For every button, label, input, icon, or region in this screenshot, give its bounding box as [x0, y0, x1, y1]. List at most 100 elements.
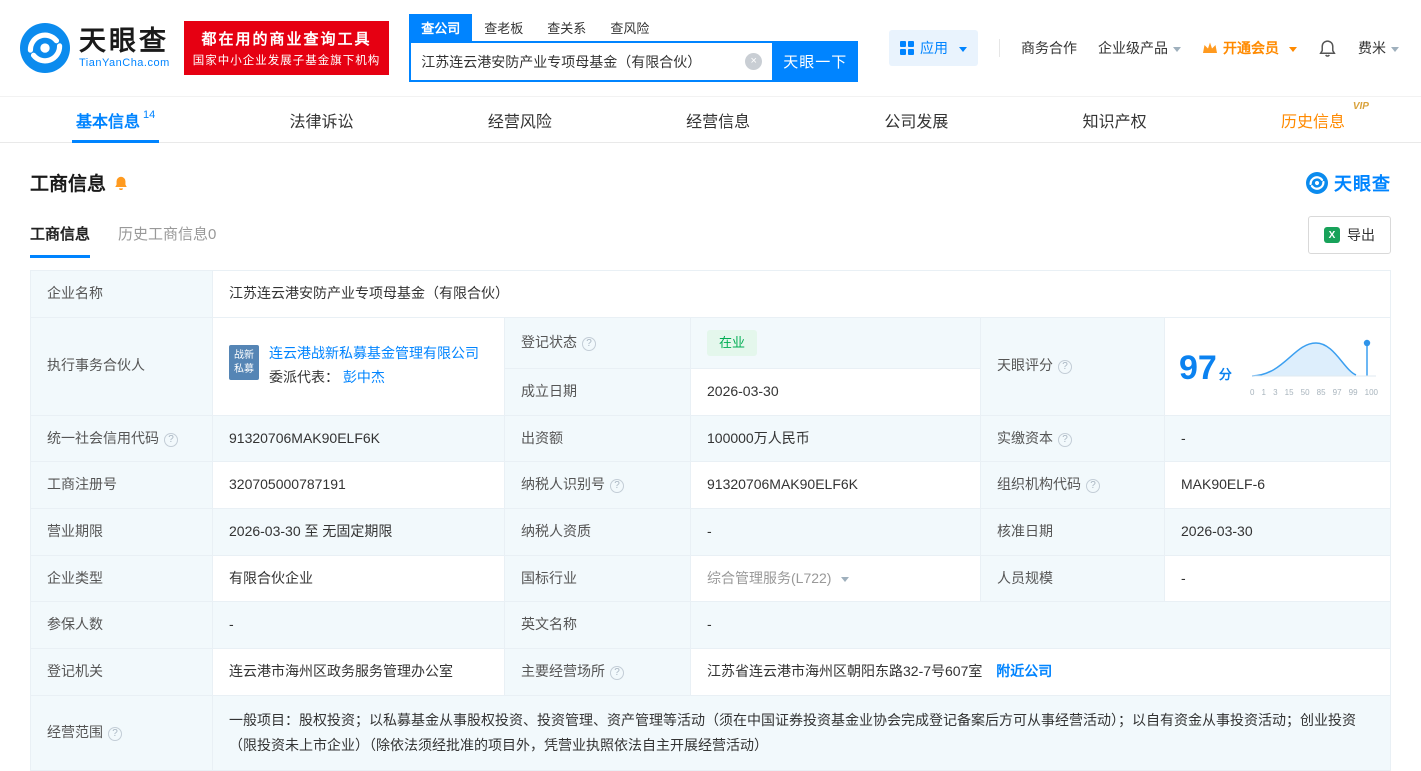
promo-line2: 国家中小企业发展子基金旗下机构	[192, 55, 381, 67]
help-icon[interactable]: ?	[582, 336, 596, 351]
subtab-business-info[interactable]: 工商信息	[30, 223, 91, 258]
business-scope-label: 经营范围?	[30, 694, 213, 771]
section-header: 工商信息 天眼查	[0, 143, 1421, 196]
score-curve-chart: 01 3 15 50 85 97 99 100	[1250, 337, 1378, 399]
tab-intellectual-property[interactable]: 知识产权	[1071, 97, 1159, 142]
english-name-value: -	[690, 601, 1391, 649]
industry-value[interactable]: 综合管理服务(L722)	[690, 554, 981, 603]
approval-date-label: 核准日期	[980, 507, 1165, 556]
org-code-label: 组织机构代码?	[980, 461, 1165, 509]
industry-label: 国标行业	[504, 554, 691, 603]
capital-label: 出资额	[504, 414, 691, 463]
table-row: 参保人数 - 英文名称 -	[30, 601, 1391, 649]
partner-company-link[interactable]: 连云港战新私募基金管理有限公司	[269, 345, 479, 361]
staff-size-value: -	[1164, 554, 1391, 603]
subtabs: 工商信息 历史工商信息0	[30, 223, 216, 258]
status-badge: 在业	[707, 329, 758, 356]
registration-number-value: 320705000787191	[212, 461, 505, 509]
registration-number-label: 工商注册号	[30, 461, 213, 509]
taxpayer-id-label: 纳税人识别号?	[504, 461, 691, 509]
tab-operation-info[interactable]: 经营信息	[674, 97, 762, 142]
export-button[interactable]: X 导出	[1308, 216, 1391, 254]
search-tabs: 查公司 查老板 查关系 查风险	[409, 14, 858, 41]
apps-label: 应用	[920, 40, 948, 56]
chevron-down-icon	[841, 576, 850, 586]
brand-domain: TianYanCha.com	[79, 56, 170, 69]
help-icon[interactable]: ?	[1058, 360, 1072, 375]
open-vip-button[interactable]: 开通会员	[1202, 38, 1297, 58]
subscribe-bell-icon[interactable]	[113, 175, 129, 191]
tab-operation-risk[interactable]: 经营风险	[476, 97, 564, 142]
search-box: × 天眼一下	[409, 41, 859, 82]
insured-count-label: 参保人数	[30, 601, 213, 649]
registration-status-label: 登记状态?	[504, 316, 691, 369]
notification-bell-icon[interactable]	[1318, 39, 1337, 58]
subtabs-row: 工商信息 历史工商信息0 X 导出	[0, 196, 1421, 258]
company-type-label: 企业类型	[30, 554, 213, 603]
nearby-companies-link[interactable]: 附近公司	[996, 663, 1052, 679]
tab-legal-litigation[interactable]: 法律诉讼	[278, 97, 366, 142]
staff-size-label: 人员规模	[980, 554, 1165, 603]
help-icon[interactable]: ?	[610, 479, 624, 494]
search-tab-relation[interactable]: 查关系	[535, 14, 598, 41]
table-row: 营业期限 2026-03-30 至 无固定期限 纳税人资质 - 核准日期 202…	[30, 507, 1391, 556]
search-tab-company[interactable]: 查公司	[409, 14, 473, 41]
tab-company-development[interactable]: 公司发展	[872, 97, 960, 142]
help-icon[interactable]: ?	[1058, 432, 1072, 447]
tianyancha-logo[interactable]: 天眼查 TianYanCha.com	[20, 23, 170, 73]
tianyan-score-value: 97 分 01 3 15 50 85 97 99 100	[1164, 316, 1391, 416]
company-name-label: 企业名称	[30, 270, 213, 318]
help-icon[interactable]: ?	[1086, 479, 1100, 494]
registry-authority-label: 登记机关	[30, 647, 213, 696]
company-type-value: 有限合伙企业	[212, 554, 505, 603]
crown-icon	[1203, 42, 1217, 53]
business-cooperation-link[interactable]: 商务合作	[1021, 38, 1077, 58]
chevron-down-icon	[1289, 46, 1297, 56]
promo-banner: 都在用的商业查询工具 国家中小企业发展子基金旗下机构	[183, 21, 390, 75]
tab-count-badge: 14	[143, 108, 156, 121]
help-icon[interactable]: ?	[108, 726, 122, 741]
excel-icon: X	[1324, 227, 1340, 243]
tab-basic-info[interactable]: 基本信息 14	[64, 97, 167, 143]
executive-partner-value: 战新 私募 连云港战新私募基金管理有限公司 委派代表： 彭中杰	[212, 316, 505, 416]
promo-line1: 都在用的商业查询工具	[201, 31, 372, 48]
search-tab-boss[interactable]: 查老板	[472, 14, 535, 41]
insured-count-value: -	[212, 601, 505, 649]
taxpayer-quality-label: 纳税人资质	[504, 507, 691, 556]
tianyancha-logo-icon	[1306, 171, 1328, 194]
partner-type-badge: 战新 私募	[229, 345, 259, 381]
help-icon[interactable]: ?	[164, 432, 178, 447]
credit-code-label: 统一社会信用代码?	[30, 414, 213, 463]
org-code-value: MAK90ELF-6	[1164, 461, 1391, 509]
delegate-person-link[interactable]: 彭中杰	[343, 369, 385, 385]
help-icon[interactable]: ?	[610, 665, 624, 680]
table-row: 统一社会信用代码? 91320706MAK90ELF6K 出资额 100000万…	[30, 414, 1391, 463]
established-date-value: 2026-03-30	[690, 367, 981, 416]
search-input[interactable]	[409, 41, 773, 82]
tab-history-info[interactable]: 历史信息 VIP	[1269, 97, 1369, 142]
grid-icon	[900, 41, 914, 55]
business-term-value: 2026-03-30 至 无固定期限	[212, 507, 505, 556]
search-tab-risk[interactable]: 查风险	[598, 14, 661, 41]
enterprise-products-link[interactable]: 企业级产品	[1098, 38, 1181, 58]
capital-value: 100000万人民币	[690, 414, 981, 463]
business-term-label: 营业期限	[30, 507, 213, 556]
tianyancha-logo-icon	[20, 23, 70, 73]
apps-button[interactable]: 应用	[889, 30, 978, 66]
credit-code-value: 91320706MAK90ELF6K	[212, 414, 505, 463]
score-number: 97 分	[1179, 349, 1232, 388]
company-tabs-nav: 基本信息 14 法律诉讼 经营风险 经营信息 公司发展 知识产权 历史信息 VI…	[0, 96, 1421, 143]
search-button[interactable]: 天眼一下	[772, 41, 859, 82]
chevron-down-icon	[1391, 46, 1399, 56]
vip-badge: VIP	[1352, 101, 1369, 112]
user-menu[interactable]: 费米	[1358, 38, 1399, 58]
paid-capital-value: -	[1164, 414, 1391, 463]
english-name-label: 英文名称	[504, 601, 691, 649]
subtab-history-business-info[interactable]: 历史工商信息0	[118, 223, 216, 258]
company-name-value: 江苏连云港安防产业专项母基金（有限合伙）	[212, 270, 1391, 318]
taxpayer-quality-value: -	[690, 507, 981, 556]
brand-name: 天眼查	[79, 26, 169, 57]
business-scope-value: 一般项目：股权投资；以私募基金从事股权投资、投资管理、资产管理等活动（须在中国证…	[212, 694, 1391, 771]
tianyan-score-label: 天眼评分?	[980, 316, 1165, 416]
registry-authority-value: 连云港市海州区政务服务管理办公室	[212, 647, 505, 696]
